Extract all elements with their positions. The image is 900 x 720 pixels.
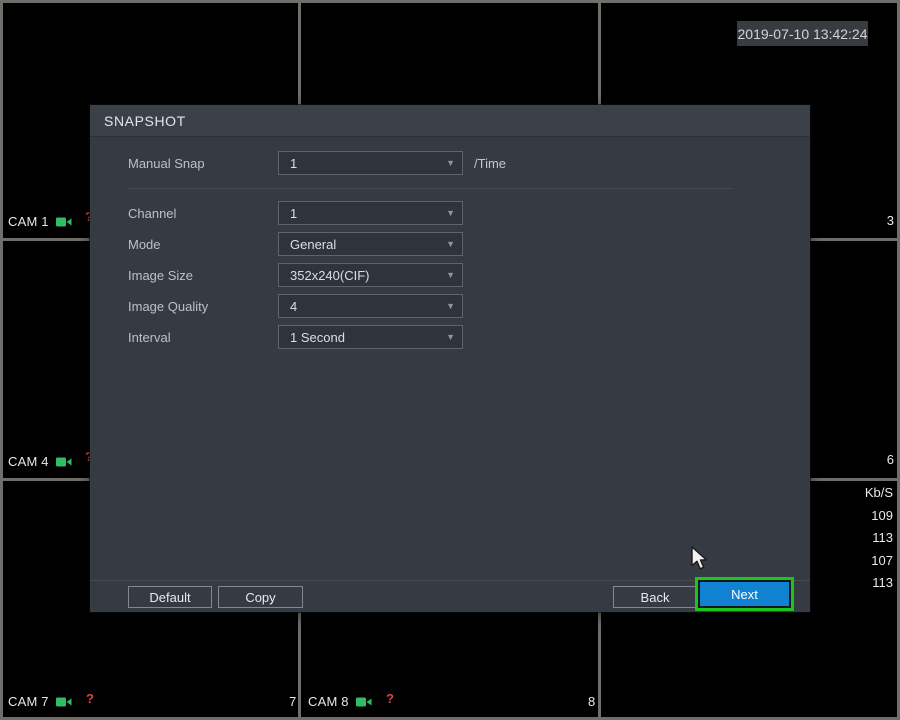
- interval-value: 1 Second: [290, 329, 345, 345]
- mouse-cursor: [691, 546, 708, 570]
- grid-border-top: [0, 0, 900, 3]
- grid-border-left: [0, 0, 3, 720]
- image-quality-value: 4: [290, 298, 298, 314]
- camera-cell-7-label: CAM 7: [8, 694, 72, 709]
- channel-7-number: 7: [289, 694, 297, 709]
- cam8-no-signal-icon: ?: [386, 691, 394, 706]
- chevron-down-icon: ▼: [446, 301, 455, 311]
- system-timestamp: 2019-07-10 13:42:24: [737, 21, 868, 46]
- snapshot-dialog: SNAPSHOT Manual Snap 1 ▼ /Time Channel 1…: [90, 105, 810, 612]
- channel-8-number: 8: [588, 694, 596, 709]
- cam1-name: CAM 1: [8, 214, 49, 229]
- camera-cell-4-label: CAM 4: [8, 454, 72, 469]
- channel-3-number: 3: [886, 213, 894, 228]
- video-camera-icon: [355, 697, 372, 706]
- cam7-no-signal-icon: ?: [86, 691, 94, 706]
- image-quality-row: Image Quality 4 ▼: [128, 294, 463, 318]
- channel-value: 1: [290, 205, 298, 221]
- next-button[interactable]: Next: [700, 582, 789, 606]
- copy-button[interactable]: Copy: [218, 586, 303, 608]
- image-quality-label: Image Quality: [128, 298, 209, 314]
- bitrate-header: Kb/S: [864, 485, 893, 500]
- channel-row: Channel 1 ▼: [128, 201, 463, 225]
- mode-select[interactable]: General ▼: [278, 232, 463, 256]
- chevron-down-icon: ▼: [446, 270, 455, 280]
- interval-select[interactable]: 1 Second ▼: [278, 325, 463, 349]
- chevron-down-icon: ▼: [446, 208, 455, 218]
- next-button-focus-frame: Next: [695, 577, 794, 611]
- bitrate-value: 113: [872, 530, 893, 545]
- cam7-name: CAM 7: [8, 694, 49, 709]
- dialog-title: SNAPSHOT: [90, 105, 810, 137]
- bitrate-value: 113: [872, 575, 893, 590]
- image-quality-select[interactable]: 4 ▼: [278, 294, 463, 318]
- section-divider: [128, 188, 733, 189]
- bitrate-panel: Kb/S 109 113 107 113: [865, 482, 893, 595]
- mode-row: Mode General ▼: [128, 232, 463, 256]
- bitrate-value: 109: [871, 507, 893, 523]
- mode-label: Mode: [128, 236, 161, 252]
- chevron-down-icon: ▼: [446, 239, 455, 249]
- video-camera-icon: [55, 217, 72, 226]
- image-size-label: Image Size: [128, 267, 194, 283]
- interval-label: Interval: [128, 329, 171, 345]
- camera-cell-1-label: CAM 1: [8, 214, 72, 229]
- back-button[interactable]: Back: [613, 586, 697, 608]
- chevron-down-icon: ▼: [446, 158, 455, 168]
- bitrate-value: 107: [871, 552, 893, 568]
- image-size-select[interactable]: 352x240(CIF) ▼: [278, 263, 463, 287]
- video-camera-icon: [55, 457, 72, 466]
- manual-snap-suffix: /Time: [474, 155, 507, 171]
- nvr-screen: 2019-07-10 13:42:24 CAM 1 ? 3 CAM 4 ? 6 …: [0, 0, 900, 720]
- channel-6-number: 6: [886, 452, 894, 467]
- manual-snap-value: 1: [290, 155, 298, 171]
- channel-label: Channel: [128, 205, 177, 221]
- camera-cell-8-label: CAM 8: [308, 694, 372, 709]
- manual-snap-select[interactable]: 1 ▼: [278, 151, 463, 175]
- cam4-name: CAM 4: [8, 454, 49, 469]
- chevron-down-icon: ▼: [446, 332, 455, 342]
- image-size-row: Image Size 352x240(CIF) ▼: [128, 263, 463, 287]
- interval-row: Interval 1 Second ▼: [128, 325, 463, 349]
- manual-snap-row: Manual Snap 1 ▼ /Time: [128, 151, 506, 175]
- image-size-value: 352x240(CIF): [290, 267, 370, 283]
- channel-select[interactable]: 1 ▼: [278, 201, 463, 225]
- cam8-name: CAM 8: [308, 694, 349, 709]
- mode-value: General: [290, 236, 337, 252]
- default-button[interactable]: Default: [128, 586, 212, 608]
- manual-snap-label: Manual Snap: [128, 155, 205, 171]
- video-camera-icon: [55, 697, 72, 706]
